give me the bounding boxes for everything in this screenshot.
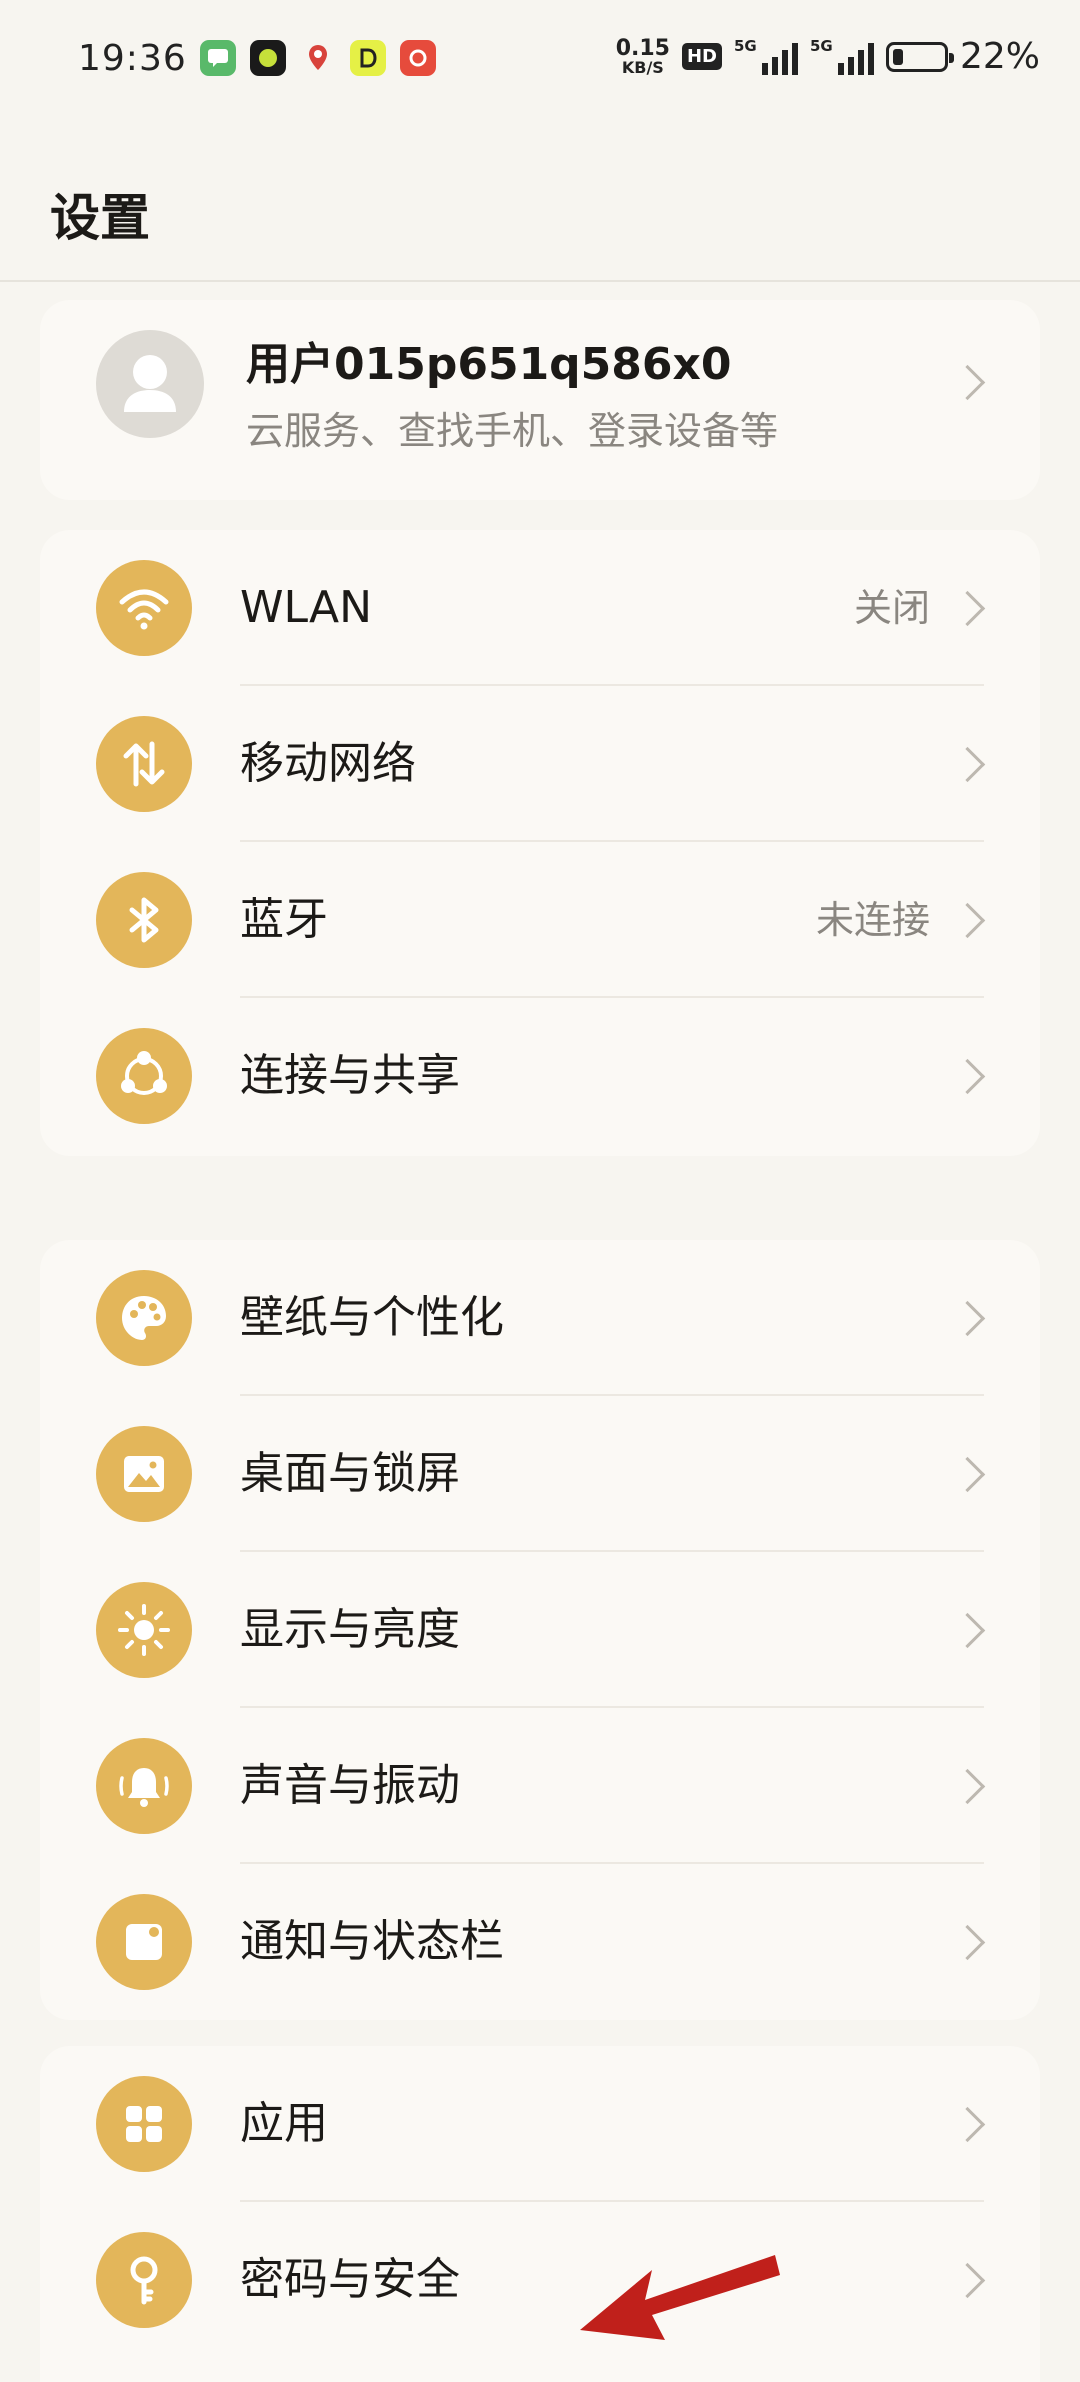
key-icon (96, 2232, 192, 2328)
share-icon (96, 1028, 192, 1124)
settings-item-connection-sharing[interactable]: 连接与共享 (40, 998, 1040, 1154)
chevron-right-icon (949, 1456, 986, 1493)
status-bar: 19:36 0.15 KB/S HD 5G 5G 22% (0, 0, 1080, 125)
chevron-right-icon (949, 1768, 986, 1805)
page-title: 设置 (50, 189, 150, 247)
settings-item-wlan[interactable]: WLAN 关闭 (40, 530, 1040, 686)
status-right: 0.15 KB/S HD 5G 5G 22% (616, 36, 1040, 77)
d-app-icon (350, 40, 386, 76)
chevron-right-icon (949, 746, 986, 783)
chevron-right-icon (949, 364, 986, 401)
bell-icon (96, 1738, 192, 1834)
palette-icon (96, 1270, 192, 1366)
chevron-right-icon (949, 2106, 986, 2143)
settings-item-bluetooth[interactable]: 蓝牙 未连接 (40, 842, 1040, 998)
apps-grid-icon (96, 2076, 192, 2172)
signal-icon-2: 5G (810, 37, 874, 75)
chevron-right-icon (949, 1300, 986, 1337)
battery-percent: 22% (959, 36, 1040, 77)
account-name: 用户015p651q586x0 (246, 339, 732, 390)
chevron-right-icon (949, 1612, 986, 1649)
status-time: 19:36 (78, 38, 187, 79)
wifi-icon (96, 560, 192, 656)
avatar (96, 330, 204, 438)
chevron-right-icon (949, 1924, 986, 1961)
shopping-app-icon (400, 40, 436, 76)
settings-item-display[interactable]: 显示与亮度 (40, 1552, 1040, 1708)
hd-icon: HD (681, 43, 722, 70)
net-speed: 0.15 KB/S (615, 35, 670, 77)
personalization-group: 壁纸与个性化 桌面与锁屏 显示与亮度 声音与振动 通知与状态栏 (40, 1240, 1040, 2020)
signal-icon: 5G (734, 37, 798, 75)
bluetooth-icon (96, 872, 192, 968)
item-label: WLAN (240, 582, 373, 633)
item-label: 显示与亮度 (240, 1604, 460, 1655)
settings-item-home-lock[interactable]: 桌面与锁屏 (40, 1396, 1040, 1552)
chevron-right-icon (949, 2262, 986, 2299)
map-pin-app-icon (300, 40, 336, 76)
item-value: 关闭 (853, 586, 930, 630)
notification-icon (96, 1894, 192, 1990)
settings-item-notifications[interactable]: 通知与状态栏 (40, 1864, 1040, 2020)
network-group: WLAN 关闭 移动网络 蓝牙 未连接 连接与共享 (40, 530, 1040, 1156)
account-card[interactable]: 用户015p651q586x0 云服务、查找手机、登录设备等 (40, 300, 1040, 500)
item-value: 未连接 (815, 898, 930, 942)
item-label: 应用 (240, 2098, 328, 2149)
item-label: 壁纸与个性化 (240, 1292, 504, 1343)
settings-item-sound[interactable]: 声音与振动 (40, 1708, 1040, 1864)
settings-item-mobile-network[interactable]: 移动网络 (40, 686, 1040, 842)
item-label: 桌面与锁屏 (240, 1448, 460, 1499)
item-label: 密码与安全 (240, 2254, 460, 2305)
image-icon (96, 1426, 192, 1522)
item-label: 通知与状态栏 (240, 1916, 504, 1967)
annotation-arrow-icon (580, 2255, 780, 2340)
settings-item-password-security[interactable]: 密码与安全 (40, 2202, 1040, 2358)
sun-icon (96, 1582, 192, 1678)
circle-app-icon (250, 40, 286, 76)
chevron-right-icon (949, 902, 986, 939)
item-label: 连接与共享 (240, 1050, 460, 1101)
mobile-data-icon (96, 716, 192, 812)
item-label: 移动网络 (240, 738, 416, 789)
battery-icon (885, 41, 954, 72)
apps-security-group: 应用 密码与安全 (40, 2046, 1040, 2382)
header-divider (0, 280, 1080, 282)
settings-item-apps[interactable]: 应用 (40, 2046, 1040, 2202)
settings-item-wallpaper[interactable]: 壁纸与个性化 (40, 1240, 1040, 1396)
user-icon (124, 355, 176, 412)
item-label: 蓝牙 (240, 894, 328, 945)
message-app-icon (200, 40, 236, 76)
account-subtitle: 云服务、查找手机、登录设备等 (246, 409, 779, 453)
chevron-right-icon (949, 1058, 986, 1095)
chevron-right-icon (949, 590, 986, 627)
notification-icons (200, 40, 436, 76)
item-label: 声音与振动 (240, 1760, 460, 1811)
